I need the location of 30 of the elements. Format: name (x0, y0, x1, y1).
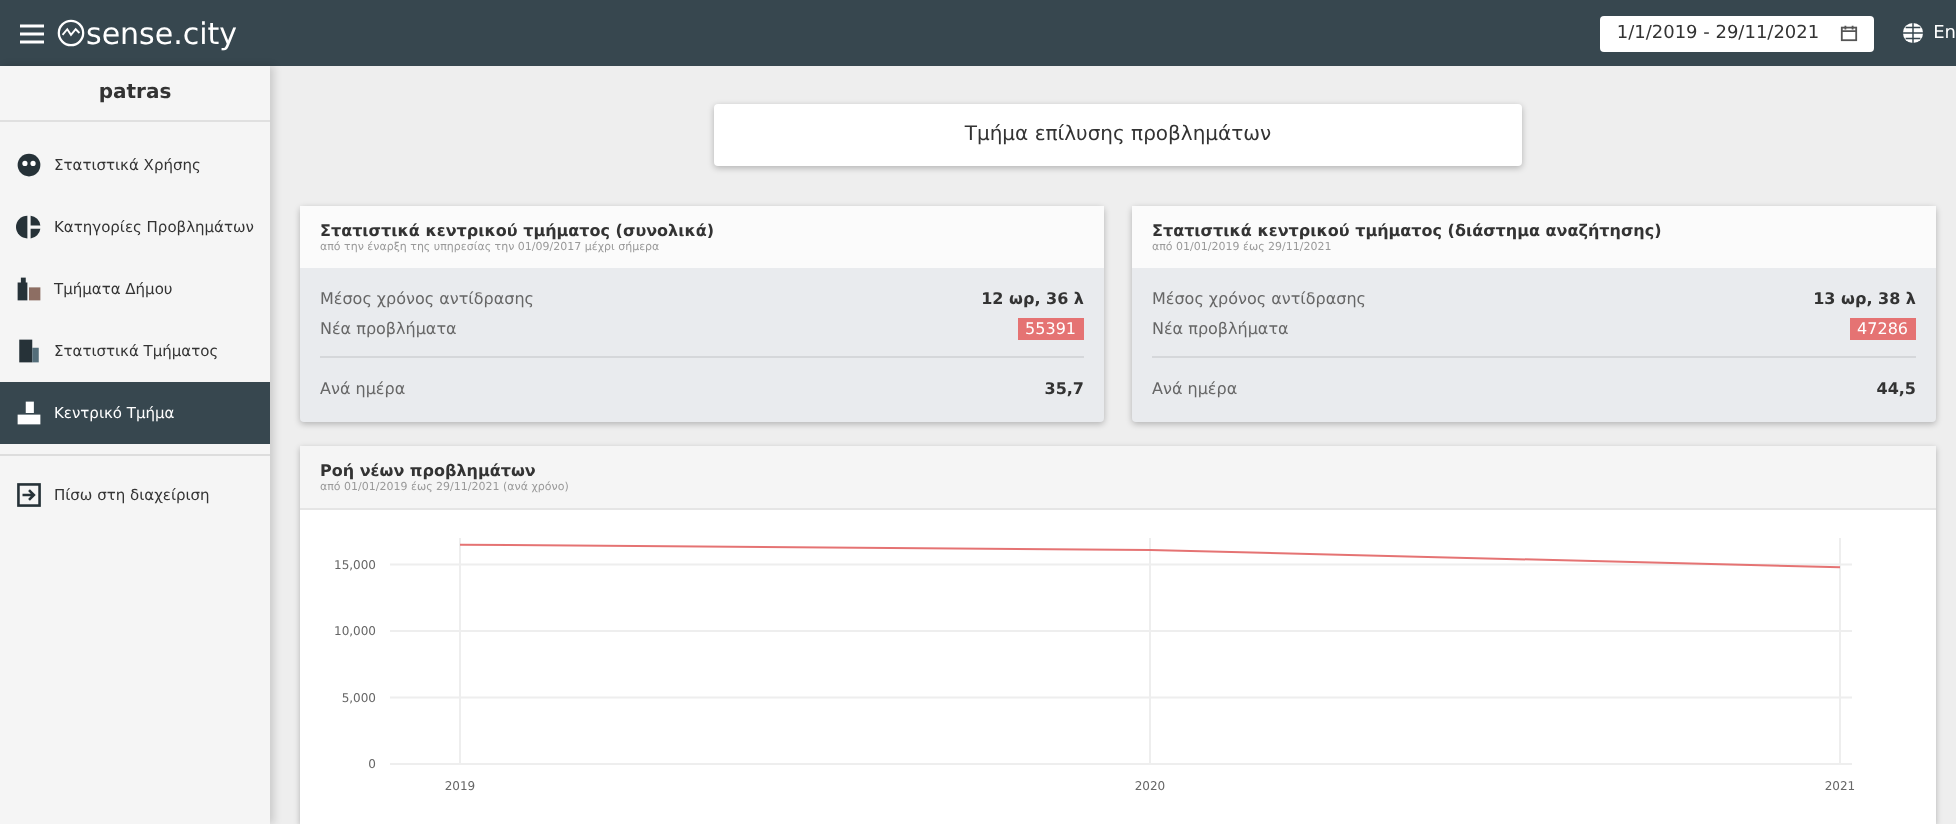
stat-label: Ανά ημέρα (320, 379, 406, 397)
date-range-field[interactable]: 1/1/2019 - 29/11/2021 (1600, 15, 1874, 51)
stat-value: 35,7 (1044, 379, 1084, 397)
exit-icon (16, 482, 42, 508)
stat-label: Ανά ημέρα (1152, 379, 1238, 397)
calendar-icon (1839, 24, 1858, 42)
app-logo[interactable]: sense.city (86, 15, 238, 51)
page-title: Τμήμα επίλυσης προβλημάτων (714, 104, 1522, 166)
card-title: Στατιστικά κεντρικού τμήματος (διάστημα αναζήτησης) (1152, 222, 1664, 240)
count-badge: 47286 (1849, 318, 1916, 340)
globe-icon[interactable] (1901, 22, 1924, 44)
card-title: Ροή νέων προβλημάτων (320, 462, 538, 480)
stat-label: Νέα προβλήματα (1152, 320, 1289, 338)
logo-icon (56, 18, 86, 48)
language-selector[interactable]: En (1933, 23, 1956, 43)
stat-value: 13 ωρ, 38 λ (1813, 290, 1916, 308)
desk-icon (16, 400, 42, 426)
count-badge: 55391 (1017, 318, 1084, 340)
stat-value: 44,5 (1876, 379, 1916, 397)
stat-label: Νέα προβλήματα (320, 320, 457, 338)
people-icon (16, 152, 42, 178)
city-name: patras (0, 66, 270, 122)
card-title: Στατιστικά κεντρικού τμήματος (συνολικά) (320, 222, 717, 240)
menu-icon[interactable] (20, 23, 44, 43)
pie-chart-icon (16, 214, 42, 240)
building-icon (16, 338, 42, 364)
stat-value: 12 ωρ, 36 λ (981, 290, 1084, 308)
buildings-icon (16, 276, 42, 302)
stat-label: Μέσος χρόνος αντίδρασης (1152, 290, 1366, 308)
stat-label: Μέσος χρόνος αντίδρασης (320, 290, 534, 308)
